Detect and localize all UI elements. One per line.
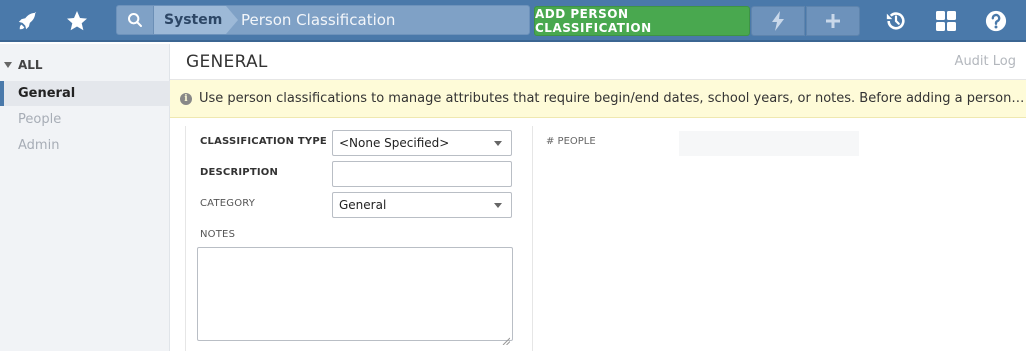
breadcrumb-system[interactable]: System [154, 6, 226, 34]
add-person-classification-button[interactable]: ADD PERSON CLASSIFICATION [534, 6, 750, 36]
history-icon[interactable] [882, 0, 910, 42]
description-input[interactable] [332, 161, 512, 187]
classification-form: CLASSIFICATION TYPE <None Specified> DES… [185, 126, 533, 351]
page-title: GENERAL [186, 52, 268, 72]
help-icon[interactable] [982, 0, 1010, 42]
people-count-value [679, 131, 859, 156]
classification-type-label: CLASSIFICATION TYPE [200, 136, 327, 147]
top-navigation-bar: System Person Classification ADD PERSON … [0, 0, 1026, 42]
grid-icon[interactable] [932, 0, 960, 42]
breadcrumb-arrow [226, 6, 238, 34]
star-icon[interactable] [61, 0, 93, 42]
notes-label: NOTES [200, 229, 236, 240]
category-select[interactable]: General [332, 192, 512, 218]
sidebar: ALL General People Admin [0, 44, 170, 351]
notice-text: Use person classifications to manage att… [199, 91, 1025, 106]
notes-textarea[interactable] [197, 247, 513, 346]
rocket-icon[interactable] [12, 0, 44, 42]
search-button[interactable] [117, 6, 154, 34]
sidebar-item-people[interactable]: People [0, 107, 170, 132]
sidebar-item-general[interactable]: General [0, 81, 170, 106]
breadcrumb: System Person Classification [116, 5, 530, 35]
lightning-icon [771, 11, 785, 31]
sidebar-item-admin[interactable]: Admin [0, 133, 170, 158]
resize-grip-icon[interactable] [502, 330, 511, 346]
sidebar-group-label: ALL [18, 58, 43, 72]
caret-down-icon [4, 62, 12, 68]
info-notice: i Use person classifications to manage a… [170, 80, 1026, 118]
people-count-label: # PEOPLE [546, 136, 596, 147]
add-button[interactable] [806, 6, 860, 36]
breadcrumb-page-title: Person Classification [241, 11, 396, 29]
category-value: General [339, 198, 387, 212]
category-label: CATEGORY [200, 198, 256, 209]
info-icon: i [180, 92, 192, 105]
classification-type-value: <None Specified> [339, 136, 450, 150]
plus-icon [825, 13, 841, 29]
sidebar-group-all[interactable]: ALL [4, 58, 43, 72]
dropdown-caret-icon [494, 141, 502, 146]
dropdown-caret-icon [494, 203, 502, 208]
audit-log-link[interactable]: Audit Log [955, 54, 1016, 69]
search-icon [127, 12, 143, 28]
classification-type-select[interactable]: <None Specified> [332, 130, 512, 156]
description-label: DESCRIPTION [200, 167, 279, 178]
quick-action-button[interactable] [751, 6, 805, 36]
